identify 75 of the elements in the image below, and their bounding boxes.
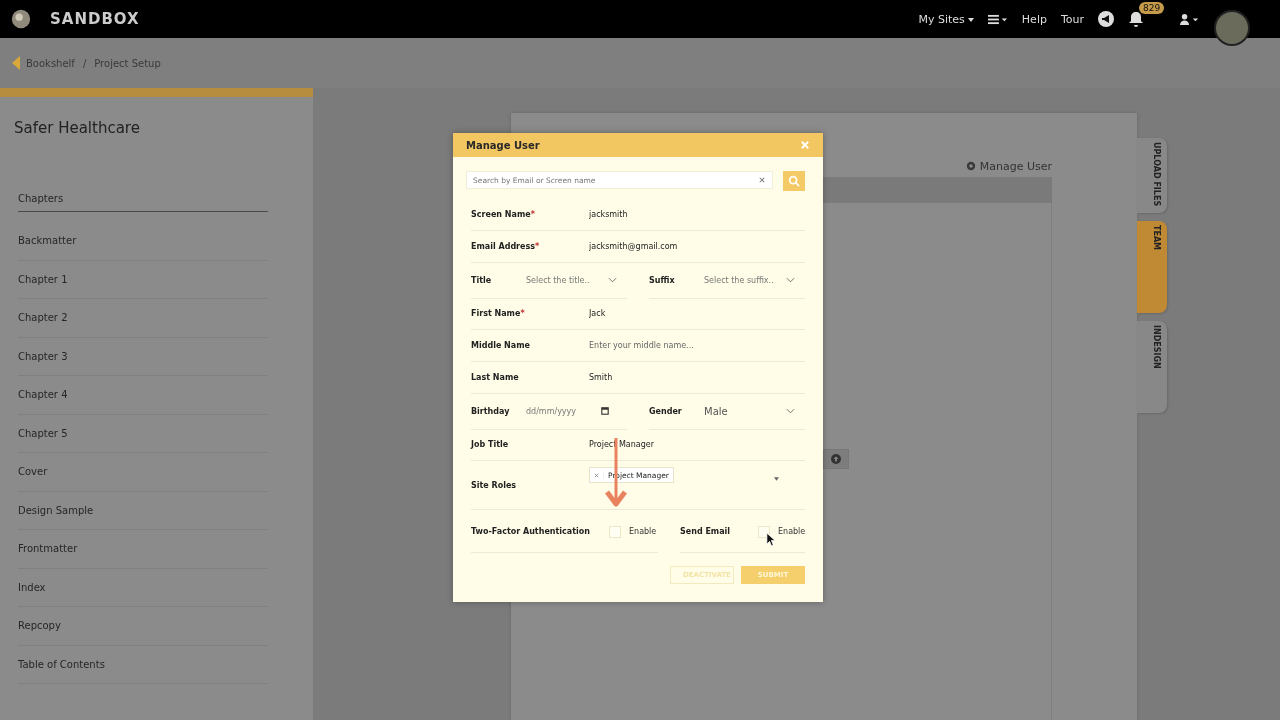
field-label: Job Title bbox=[471, 440, 509, 449]
sidebar-item[interactable]: Design Sample bbox=[18, 491, 268, 530]
megaphone-icon[interactable] bbox=[1098, 11, 1114, 27]
input-field[interactable]: jacksmith bbox=[589, 210, 789, 219]
input-field[interactable]: Enter your middle name... bbox=[589, 341, 789, 350]
sidebar-item[interactable]: Chapter 2 bbox=[18, 299, 268, 338]
select-field[interactable]: Select the title.. bbox=[526, 275, 627, 285]
search-icon bbox=[788, 175, 800, 187]
field-label: Two-Factor Authentication bbox=[471, 527, 591, 536]
nav-link[interactable]: Help bbox=[1021, 12, 1047, 26]
chevron-icon bbox=[608, 277, 617, 283]
bell-icon[interactable] bbox=[1128, 11, 1144, 27]
input-field[interactable]: Project Manager bbox=[589, 440, 789, 449]
breadcrumb-link[interactable]: Bookshelf bbox=[26, 57, 75, 69]
field-label: Suffix bbox=[649, 275, 676, 285]
menu-icon[interactable] bbox=[987, 13, 1008, 25]
clear-icon[interactable] bbox=[759, 177, 765, 183]
required-mark: * bbox=[530, 210, 535, 219]
field-label: Middle Name bbox=[471, 341, 530, 350]
sidebar-item[interactable]: Index bbox=[18, 568, 268, 607]
avatar[interactable] bbox=[1214, 10, 1250, 46]
gear-icon bbox=[965, 161, 976, 171]
input-field[interactable]: Smith bbox=[589, 373, 789, 382]
sidebar-item[interactable]: Frontmatter bbox=[18, 530, 268, 569]
breadcrumb-separator: / bbox=[82, 57, 87, 69]
caret-icon[interactable] bbox=[774, 477, 779, 481]
nav-link[interactable]: My Sites bbox=[918, 12, 974, 26]
field-label: Title bbox=[471, 275, 493, 285]
sidebar-item[interactable]: Chapter 3 bbox=[18, 337, 268, 376]
field-label: Site Roles bbox=[471, 480, 518, 490]
checkbox-label: Enable bbox=[629, 527, 657, 536]
field-label: Screen Name bbox=[471, 210, 531, 219]
side-tab[interactable]: TEAM bbox=[1137, 221, 1167, 313]
side-tab[interactable]: INDESIGN bbox=[1137, 321, 1167, 413]
required-mark: * bbox=[535, 242, 540, 251]
date-field[interactable]: dd/mm/yyyy bbox=[526, 406, 627, 416]
dialog-title: Manage User bbox=[466, 139, 540, 151]
sidebar-item[interactable]: Repcopy bbox=[18, 607, 268, 646]
field-label: Email Address bbox=[471, 242, 535, 251]
upload-icon bbox=[831, 454, 841, 464]
sidebar-item[interactable]: Chapters bbox=[18, 185, 268, 212]
field-label: First Name bbox=[471, 309, 521, 318]
input-field[interactable]: Jack bbox=[589, 309, 789, 318]
field-label: Gender bbox=[649, 406, 683, 416]
nav-link[interactable]: Tour bbox=[1060, 12, 1084, 26]
brand-name: SANDBOX bbox=[50, 10, 140, 28]
calendar-icon[interactable] bbox=[601, 407, 609, 415]
select-field[interactable]: Male bbox=[704, 405, 805, 417]
chevron-icon bbox=[786, 277, 795, 283]
required-mark: * bbox=[520, 309, 525, 318]
sidebar-item[interactable]: Cover bbox=[18, 453, 268, 492]
cursor-icon bbox=[766, 532, 775, 547]
checkbox[interactable] bbox=[758, 525, 770, 538]
sidebar-item[interactable]: Chapter 1 bbox=[18, 260, 268, 299]
select-field[interactable]: Select the suffix.. bbox=[704, 275, 805, 285]
sidebar-item[interactable]: Chapter 5 bbox=[18, 414, 268, 453]
add-button[interactable] bbox=[823, 449, 849, 469]
sidebar-item[interactable]: Chapter 4 bbox=[18, 376, 268, 415]
logo-icon bbox=[10, 8, 32, 30]
notification-badge: 829 bbox=[1139, 2, 1165, 14]
field-label: Send Email bbox=[680, 527, 732, 536]
checkbox-label: Enable bbox=[778, 527, 806, 536]
checkbox[interactable] bbox=[609, 525, 621, 538]
input-field[interactable]: jacksmith@gmail.com bbox=[589, 242, 789, 251]
project-title: Safer Healthcare bbox=[13, 118, 141, 139]
user-icon[interactable] bbox=[1180, 13, 1200, 25]
breadcrumb-current: Project Setup bbox=[94, 57, 161, 69]
panel-heading: Manage User bbox=[979, 159, 1052, 173]
sidebar-item[interactable]: Table of Contents bbox=[18, 645, 268, 684]
caret-icon bbox=[967, 17, 974, 22]
chevron-icon bbox=[786, 408, 795, 414]
side-tab[interactable]: UPLOAD FILES bbox=[1137, 138, 1167, 213]
sidebar-item[interactable]: Backmatter bbox=[18, 222, 268, 261]
field-label: Birthday bbox=[471, 406, 511, 416]
field-label: Last Name bbox=[471, 373, 519, 382]
